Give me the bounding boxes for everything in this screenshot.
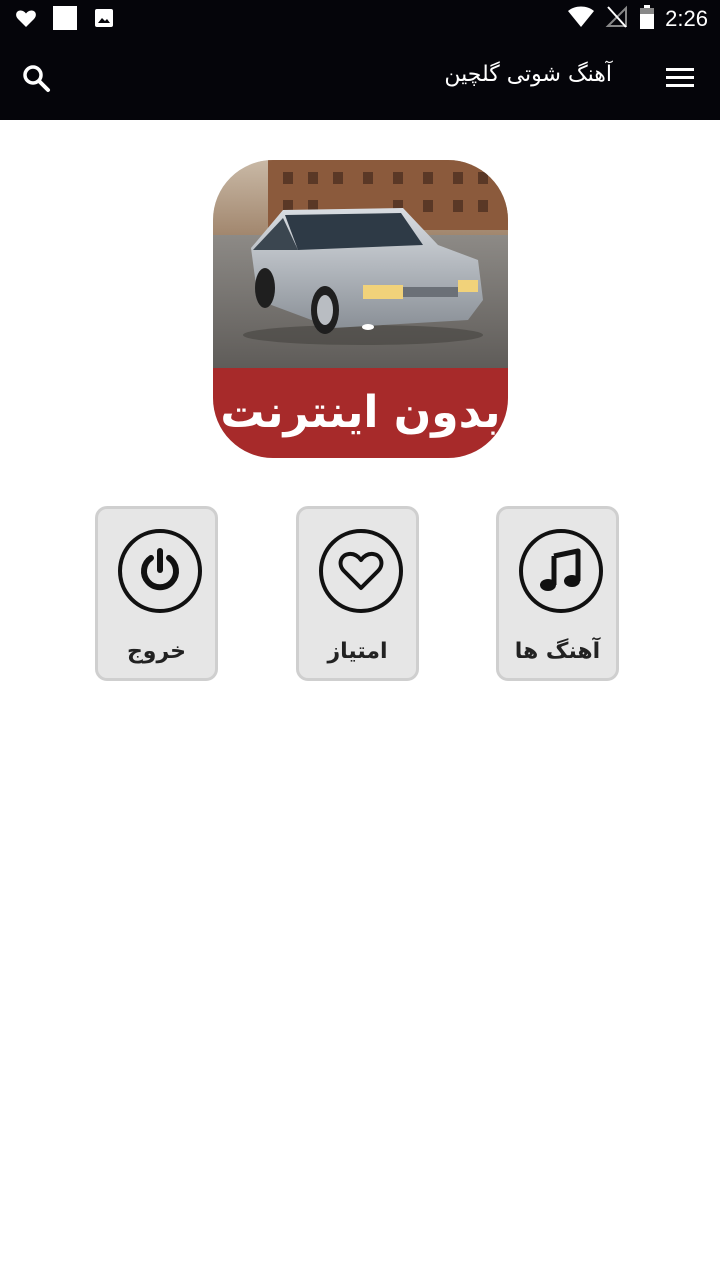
battery-icon [639,4,655,34]
songs-button[interactable]: آهنگ ها [496,506,619,681]
status-left-icons [14,5,116,35]
heart-outline-icon [319,529,403,613]
toolbar-title: آهنگ شوتی گلچین [444,62,612,87]
status-right-icons: 2:26 [567,4,708,34]
songs-label: آهنگ ها [514,639,601,664]
exit-button[interactable]: خروج [95,506,218,681]
search-icon[interactable] [20,62,52,94]
wifi-icon [567,4,595,34]
image-icon [92,6,116,34]
exit-label: خروج [126,639,187,664]
square-icon [52,5,78,35]
menu-icon[interactable] [664,62,696,94]
music-note-icon [519,529,603,613]
app-logo: بدون اینترنت [213,160,508,458]
no-signal-icon [605,4,629,34]
car-photo [213,160,508,368]
power-icon [118,529,202,613]
rate-button[interactable]: امتیاز [296,506,419,681]
rate-label: امتیاز [327,639,388,664]
heart-icon [14,6,38,34]
status-bar: 2:26 [0,0,720,36]
logo-banner: بدون اینترنت [213,368,508,458]
app-toolbar: آهنگ شوتی گلچین [0,36,720,120]
status-time: 2:26 [665,6,708,31]
